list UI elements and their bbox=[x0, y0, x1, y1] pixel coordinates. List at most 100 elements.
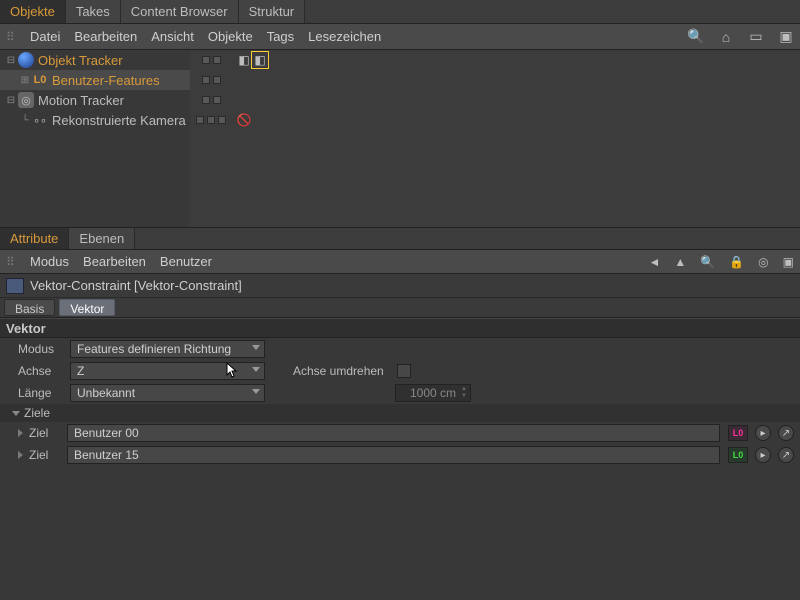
ziel-row: Ziel Benutzer 00 L0 ▸ ↗ bbox=[0, 422, 800, 444]
lock-icon[interactable]: 🔒 bbox=[729, 255, 744, 269]
up-arrow-icon[interactable]: ▲ bbox=[674, 255, 686, 269]
attribute-menubar: ⠿ Modus Bearbeiten Benutzer ◄ ▲ 🔍 🔒 ◎ ▣ bbox=[0, 250, 800, 274]
label-modus: Modus bbox=[18, 342, 66, 356]
group-ziele[interactable]: Ziele bbox=[0, 404, 800, 422]
tab-struktur[interactable]: Struktur bbox=[239, 0, 306, 23]
tree-item-label: Objekt Tracker bbox=[38, 53, 123, 68]
triangle-right-icon[interactable]: ▸ bbox=[755, 447, 771, 463]
tab-attribute[interactable]: Attribute bbox=[0, 228, 69, 249]
attr-menu-benutzer[interactable]: Benutzer bbox=[160, 254, 212, 269]
menu-lesezeichen[interactable]: Lesezeichen bbox=[308, 29, 381, 44]
maximize-icon[interactable]: ▣ bbox=[778, 29, 794, 45]
grip-icon[interactable]: ⠿ bbox=[6, 30, 16, 44]
attribute-tabstrip: Attribute Ebenen bbox=[0, 228, 800, 250]
expand-icon[interactable]: ⊟ bbox=[6, 95, 16, 106]
chevron-down-icon bbox=[252, 367, 260, 372]
expand-icon[interactable]: ⊞ bbox=[20, 75, 30, 86]
triangle-down-icon bbox=[12, 411, 20, 416]
tag-b[interactable]: ◧ bbox=[252, 52, 268, 68]
tag-row bbox=[232, 70, 800, 90]
section-vektor-title: Vektor bbox=[0, 318, 800, 338]
linkfield-ziel[interactable]: Benutzer 00 bbox=[67, 424, 720, 442]
object-manager-tabstrip: Objekte Takes Content Browser Struktur bbox=[0, 0, 800, 24]
dropdown-modus[interactable]: Features definieren Richtung bbox=[70, 340, 265, 358]
dropdown-achse[interactable]: Z bbox=[70, 362, 265, 380]
tag-row: 🚫 bbox=[232, 110, 800, 130]
menu-ansicht[interactable]: Ansicht bbox=[151, 29, 194, 44]
vis-dots[interactable] bbox=[190, 70, 232, 90]
home-icon[interactable]: ⌂ bbox=[718, 29, 734, 45]
checkbox-achse-umdrehen[interactable] bbox=[397, 364, 411, 378]
attr-menu-modus[interactable]: Modus bbox=[30, 254, 69, 269]
hierarchy-tags-column: ◧◧ 🚫 bbox=[232, 50, 800, 227]
back-icon[interactable]: ◄ bbox=[648, 255, 660, 269]
tree-row[interactable]: └∘∘Rekonstruierte Kamera bbox=[0, 110, 190, 130]
tree-row[interactable]: ⊟◎Motion Tracker bbox=[0, 90, 190, 110]
attribute-subtabs: Basis Vektor bbox=[0, 298, 800, 318]
picker-icon[interactable]: ↗ bbox=[778, 447, 794, 463]
object-manager-menubar: ⠿ Datei Bearbeiten Ansicht Objekte Tags … bbox=[0, 24, 800, 50]
triangle-right-icon[interactable]: ▸ bbox=[755, 425, 771, 441]
tab-objekte[interactable]: Objekte bbox=[0, 0, 66, 23]
tab-takes[interactable]: Takes bbox=[66, 0, 121, 23]
input-length[interactable]: 1000 cm ▲▼ bbox=[395, 384, 471, 402]
picker-icon[interactable]: ↗ bbox=[778, 425, 794, 441]
menu-tags[interactable]: Tags bbox=[267, 29, 294, 44]
label-ziel: Ziel bbox=[29, 426, 63, 440]
row-modus: Modus Features definieren Richtung bbox=[0, 338, 800, 360]
tag-a[interactable]: ◧ bbox=[236, 52, 252, 68]
layer-badge[interactable]: L0 bbox=[728, 447, 748, 463]
label-ziel: Ziel bbox=[29, 448, 63, 462]
menu-bearbeiten[interactable]: Bearbeiten bbox=[74, 29, 137, 44]
attribute-object-title: Vektor-Constraint [Vektor-Constraint] bbox=[30, 278, 242, 293]
ziel-row: Ziel Benutzer 15 L0 ▸ ↗ bbox=[0, 444, 800, 466]
hierarchy-tree-column: ⊟ Objekt Tracker ⊞L0Benutzer-Features⊟◎Mot… bbox=[0, 50, 190, 227]
chevron-down-icon bbox=[252, 389, 260, 394]
search-icon[interactable]: 🔍 bbox=[688, 29, 704, 45]
label-laenge: Länge bbox=[18, 386, 66, 400]
expand-icon[interactable]: ⊟ bbox=[6, 55, 16, 66]
dropdown-laenge-value: Unbekannt bbox=[77, 386, 135, 400]
tree-item-label: Benutzer-Features bbox=[52, 73, 160, 88]
row-achse: Achse Z Achse umdrehen bbox=[0, 360, 800, 382]
tree-row[interactable]: ⊞L0Benutzer-Features bbox=[0, 70, 190, 90]
maximize-icon[interactable]: ▣ bbox=[783, 255, 794, 269]
dropdown-modus-value: Features definieren Richtung bbox=[77, 342, 231, 356]
menu-datei[interactable]: Datei bbox=[30, 29, 60, 44]
attribute-object-header: Vektor-Constraint [Vektor-Constraint] bbox=[0, 274, 800, 298]
vis-dots[interactable] bbox=[190, 110, 232, 130]
expand-icon[interactable]: └ bbox=[20, 115, 30, 126]
layer-badge[interactable]: L0 bbox=[728, 425, 748, 441]
stop-icon[interactable]: 🚫 bbox=[236, 112, 252, 128]
triangle-right-icon[interactable] bbox=[18, 451, 23, 459]
vis-dots[interactable] bbox=[190, 50, 232, 70]
subtab-vektor[interactable]: Vektor bbox=[59, 299, 115, 316]
menu-objekte[interactable]: Objekte bbox=[208, 29, 253, 44]
tag-row: ◧◧ bbox=[232, 50, 800, 70]
object-hierarchy: ⊟ Objekt Tracker ⊞L0Benutzer-Features⊟◎Mot… bbox=[0, 50, 800, 228]
vis-dots[interactable] bbox=[190, 90, 232, 110]
chevron-down-icon bbox=[252, 345, 260, 350]
attr-menu-bearbeiten[interactable]: Bearbeiten bbox=[83, 254, 146, 269]
tree-row[interactable]: ⊟ Objekt Tracker bbox=[0, 50, 190, 70]
tab-content-browser[interactable]: Content Browser bbox=[121, 0, 239, 23]
tab-ebenen[interactable]: Ebenen bbox=[69, 228, 135, 249]
dropdown-achse-value: Z bbox=[77, 364, 84, 378]
input-length-value: 1000 cm bbox=[410, 386, 456, 400]
grip-icon[interactable]: ⠿ bbox=[6, 255, 16, 269]
dropdown-laenge[interactable]: Unbekannt bbox=[70, 384, 265, 402]
tag-row bbox=[232, 90, 800, 110]
triangle-right-icon[interactable] bbox=[18, 429, 23, 437]
tree-item-label: Motion Tracker bbox=[38, 93, 124, 108]
subtab-basis[interactable]: Basis bbox=[4, 299, 55, 316]
spinner-icon[interactable]: ▲▼ bbox=[459, 386, 469, 400]
target-icon[interactable]: ◎ bbox=[758, 255, 768, 269]
label-achse-umdrehen: Achse umdrehen bbox=[293, 364, 393, 378]
linkfield-ziel[interactable]: Benutzer 15 bbox=[67, 446, 720, 464]
group-ziele-label: Ziele bbox=[24, 406, 50, 420]
label-achse: Achse bbox=[18, 364, 66, 378]
undock-icon[interactable]: ▭ bbox=[748, 29, 764, 45]
row-laenge: Länge Unbekannt 1000 cm ▲▼ bbox=[0, 382, 800, 404]
search-icon[interactable]: 🔍 bbox=[700, 255, 715, 269]
tree-item-label: Rekonstruierte Kamera bbox=[52, 113, 186, 128]
